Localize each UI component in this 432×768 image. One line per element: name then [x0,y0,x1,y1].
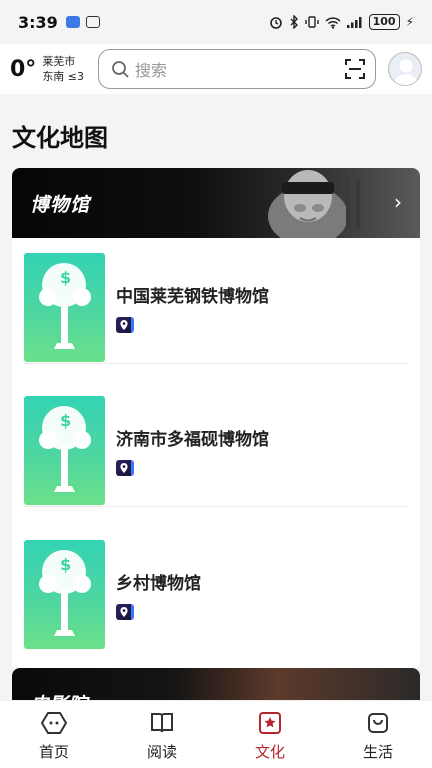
money-tree-logo: $ [24,396,105,505]
top-header: 0° 莱芜市 东南 ≤3 搜索 [0,44,432,94]
chevron-right-icon[interactable]: › [394,190,402,214]
tab-reading[interactable]: 阅读 [108,701,216,768]
weather-wind: 东南 ≤3 [42,70,85,83]
svg-text:$: $ [60,268,71,287]
svg-text:$: $ [60,555,71,574]
status-bar: 3:39 100 ⚡ [0,0,432,44]
weather-widget[interactable]: 0° 莱芜市 东南 ≤3 [10,54,98,84]
museum-list-item[interactable]: $ 中国莱芜钢铁博物馆 [24,252,408,364]
tab-label: 生活 [362,743,393,761]
nfc-icon [85,16,100,28]
tab-home[interactable]: 首页 [0,701,108,768]
museum-section-title: 博物馆 [30,194,91,216]
vibrate-icon [304,16,319,28]
scan-icon[interactable] [345,59,365,79]
search-icon [112,61,129,78]
home-icon [40,712,68,734]
location-pin-icon[interactable] [116,317,134,333]
status-icons: 100 ⚡ [269,14,414,30]
tab-label: 首页 [38,743,69,761]
app-notification-icon [65,16,80,28]
temperature: 0° [10,56,37,82]
museum-section-header[interactable]: 博物馆 › [12,168,420,238]
bottom-tab-bar: 首页 阅读 文化 生活 [0,700,432,768]
tab-culture[interactable]: 文化 [216,701,324,768]
weather-city: 莱芜市 [42,55,76,68]
museum-section-card: 博物馆 › $ 中国莱芜钢铁博物馆 $ 济南市多福砚博物馆 $ 乡村博物馆 [12,168,420,670]
search-input[interactable]: 搜索 [135,57,345,81]
museum-name: 济南市多福砚博物馆 [116,430,269,450]
money-tree-logo: $ [24,253,105,362]
book-icon [151,713,173,733]
location-pin-icon[interactable] [116,603,134,620]
museum-list-item[interactable]: $ 济南市多福砚博物馆 [24,395,408,507]
status-time: 3:39 [18,12,58,32]
signal-icon [346,17,362,28]
museum-name: 中国莱芜钢铁博物馆 [116,287,269,307]
culture-icon [259,712,281,734]
money-tree-logo: $ [24,539,105,649]
svg-text:$: $ [60,411,71,430]
tab-life[interactable]: 生活 [324,701,432,768]
user-avatar-icon [394,59,418,85]
battery-indicator: 100 [368,14,400,30]
location-pin-icon[interactable] [116,460,134,476]
bluetooth-icon [290,15,298,29]
tab-label: 阅读 [146,743,177,761]
alarm-icon [269,17,282,29]
shopping-bag-icon [368,713,388,733]
search-bar[interactable]: 搜索 [98,49,376,89]
statue-image [268,170,360,238]
page-title: 文化地图 [12,124,108,152]
wifi-icon [325,16,341,29]
avatar[interactable] [388,52,422,86]
charging-icon: ⚡ [405,15,414,29]
museum-list-item[interactable]: $ 乡村博物馆 [24,538,408,650]
tab-label: 文化 [254,743,285,761]
museum-name: 乡村博物馆 [116,573,201,594]
